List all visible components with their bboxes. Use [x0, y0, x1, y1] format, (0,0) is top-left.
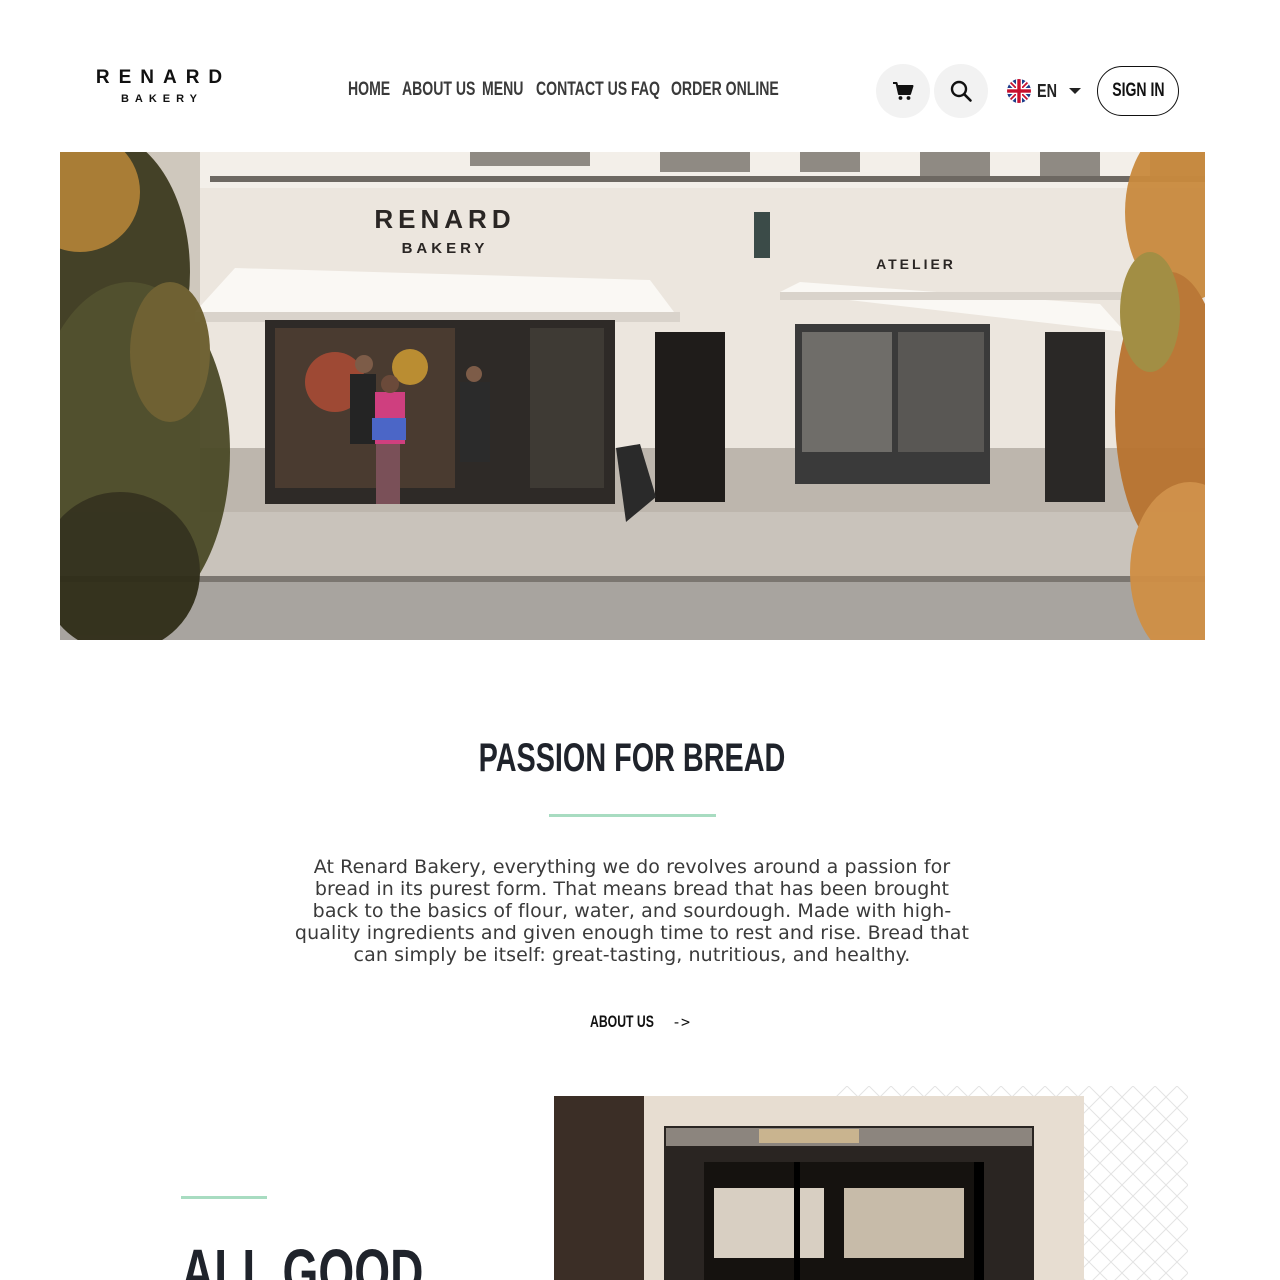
storefront-sign-main: RENARD: [374, 204, 515, 234]
cart-button[interactable]: [876, 64, 930, 118]
nav-item-order-online[interactable]: ORDER ONLINE: [671, 76, 779, 104]
sign-in-label: SIGN IN: [1111, 80, 1165, 101]
main-nav: HOME ABOUT US MENU CONTACT US FAQ ORDER …: [348, 76, 779, 104]
passion-section-title-wrap: PASSION FOR BREAD: [0, 736, 1264, 780]
nav-item-faq[interactable]: FAQ: [631, 76, 660, 104]
brand-logo[interactable]: RENARD BAKERY: [86, 66, 232, 106]
about-us-link-label: ABOUT US: [590, 1012, 654, 1031]
storefront-sign-sub: BAKERY: [402, 240, 489, 257]
about-us-link[interactable]: ABOUT US ->: [590, 1010, 690, 1034]
search-icon: [950, 80, 972, 102]
nav-item-home[interactable]: HOME: [348, 76, 390, 104]
cart-icon: [893, 82, 914, 100]
passion-body-text: At Renard Bakery, everything we do revol…: [294, 856, 970, 966]
nav-item-about-us[interactable]: ABOUT US: [402, 76, 475, 104]
uk-flag-icon: [1007, 79, 1031, 103]
brand-name: RENARD: [95, 67, 232, 88]
search-button[interactable]: [934, 64, 988, 118]
heading-divider: [181, 1196, 267, 1199]
title-divider: [549, 814, 716, 817]
site-header: RENARD BAKERY HOME ABOUT US MENU CONTACT…: [0, 0, 1280, 152]
arrow-right-icon: ->: [672, 1013, 691, 1031]
oven-illustration: [554, 1096, 1084, 1280]
sign-in-button[interactable]: SIGN IN: [1097, 66, 1179, 116]
language-code: EN: [1037, 80, 1058, 101]
nav-item-contact-us[interactable]: CONTACT US: [536, 76, 627, 104]
brand-subtitle: BAKERY: [120, 93, 204, 105]
bakery-oven-image: [554, 1096, 1084, 1280]
storefront-illustration: RENARD BAKERY ATELIER: [60, 152, 1205, 640]
nav-item-menu[interactable]: MENU: [482, 76, 523, 104]
storefront-sign-side: ATELIER: [876, 256, 956, 272]
hero-storefront-image: RENARD BAKERY ATELIER: [60, 152, 1205, 640]
passion-title: PASSION FOR BREAD: [478, 736, 786, 780]
language-selector[interactable]: EN: [1007, 78, 1081, 104]
chevron-down-icon: [1069, 88, 1081, 94]
all-good-heading: ALL GOOD: [181, 1236, 424, 1280]
